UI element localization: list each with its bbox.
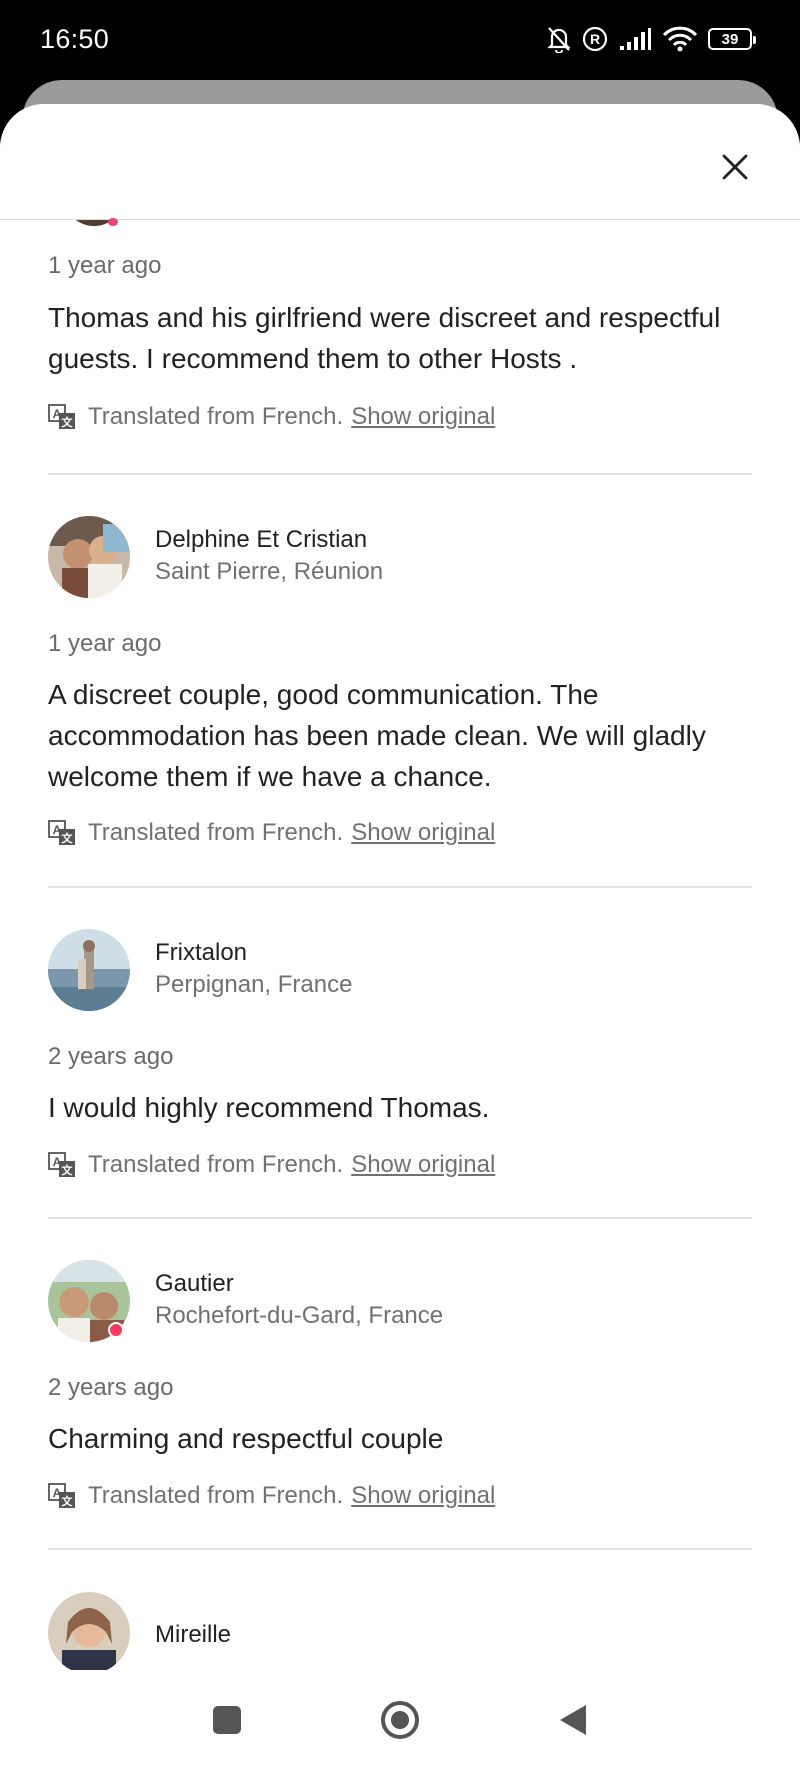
battery-icon: 39 (708, 28, 756, 50)
status-bar: 16:50 R 39 (0, 0, 800, 82)
review-item: Frixtalon Perpignan, France 2 years ago … (48, 929, 752, 1219)
svg-text:文: 文 (62, 1163, 74, 1177)
show-original-link[interactable]: Show original (351, 819, 495, 847)
review-text: A discreet couple, good communication. T… (48, 679, 706, 792)
translate-icon: A文 (48, 820, 78, 846)
review-item: Gautier Rochefort-du-Gard, France 2 year… (48, 1260, 752, 1550)
translated-label: Translated from French. (88, 403, 344, 430)
translated-label: Translated from French. (88, 1482, 344, 1509)
recents-button[interactable] (205, 1700, 249, 1744)
review-date: 1 year ago (48, 630, 162, 657)
svg-text:文: 文 (62, 1494, 74, 1508)
translation-note: A文 Translated from French. Show original (48, 402, 495, 432)
reviewer-location: Rochefort-du-Gard, France (155, 1302, 444, 1329)
system-nav-bar (0, 1670, 800, 1779)
translation-note: A文 Translated from French. Show original (48, 1481, 495, 1511)
reviewer-name: Mireille (155, 1621, 232, 1648)
review-date: 2 years ago (48, 1043, 174, 1070)
avatar-badge (108, 218, 118, 226)
avatar (48, 516, 130, 598)
recents-square-icon (211, 1704, 243, 1741)
show-original-link[interactable]: Show original (351, 1482, 495, 1510)
divider (48, 1548, 752, 1550)
reviewer[interactable]: Frixtalon Perpignan, France (48, 929, 752, 1011)
svg-text:R: R (590, 31, 600, 47)
divider (48, 1217, 752, 1219)
svg-text:文: 文 (62, 415, 74, 429)
translate-icon: A文 (48, 404, 78, 430)
review-text: Thomas and his girlfriend were discreet … (48, 302, 721, 374)
reviewer-location: Perpignan, France (155, 971, 353, 998)
back-triangle-icon (557, 1703, 589, 1742)
home-button[interactable] (378, 1700, 422, 1744)
translate-icon: A文 (48, 1152, 78, 1178)
review-date: 1 year ago (48, 252, 162, 279)
divider (48, 886, 752, 888)
signal-icon (618, 27, 652, 51)
show-original-link[interactable]: Show original (351, 403, 495, 431)
status-time: 16:50 (40, 24, 110, 54)
close-icon (722, 154, 748, 185)
translation-note: A文 Translated from French. Show original (48, 818, 495, 848)
wifi-icon (662, 25, 698, 53)
svg-text:文: 文 (62, 831, 74, 845)
review-item: Mireille (48, 1592, 752, 1682)
avatar-badge (108, 1322, 124, 1338)
reviewer[interactable]: Delphine Et Cristian Saint Pierre, Réuni… (48, 516, 752, 598)
reviews-sheet: 1 year ago Thomas and his girlfriend wer… (0, 104, 800, 1779)
translated-label: Translated from French. (88, 819, 344, 846)
review-item: Delphine Et Cristian Saint Pierre, Réuni… (48, 516, 752, 846)
sheet-header (0, 104, 800, 220)
reviewer[interactable]: Mireille (48, 1592, 752, 1674)
home-circle-icon (380, 1700, 420, 1745)
mute-bell-icon (546, 25, 572, 53)
reviewer-location: Saint Pierre, Réunion (155, 558, 384, 585)
registered-icon: R (582, 26, 608, 52)
review-date: 2 years ago (48, 1374, 174, 1401)
translated-label: Translated from French. (88, 1151, 344, 1178)
show-original-link[interactable]: Show original (351, 1151, 495, 1179)
divider (48, 473, 752, 475)
review-text: I would highly recommend Thomas. (48, 1092, 490, 1123)
status-icons: R 39 (546, 24, 756, 54)
reviewer-name: Gautier (155, 1270, 234, 1297)
avatar (48, 1592, 130, 1674)
translation-note: A文 Translated from French. Show original (48, 1150, 495, 1180)
back-button[interactable] (551, 1700, 595, 1744)
close-button[interactable] (712, 146, 758, 192)
reviewer-name: Delphine Et Cristian (155, 526, 368, 553)
translate-icon: A文 (48, 1483, 78, 1509)
avatar (48, 929, 130, 1011)
reviewer-name: Frixtalon (155, 939, 248, 966)
review-text: Charming and respectful couple (48, 1423, 444, 1454)
reviewer[interactable]: Gautier Rochefort-du-Gard, France (48, 1260, 752, 1342)
